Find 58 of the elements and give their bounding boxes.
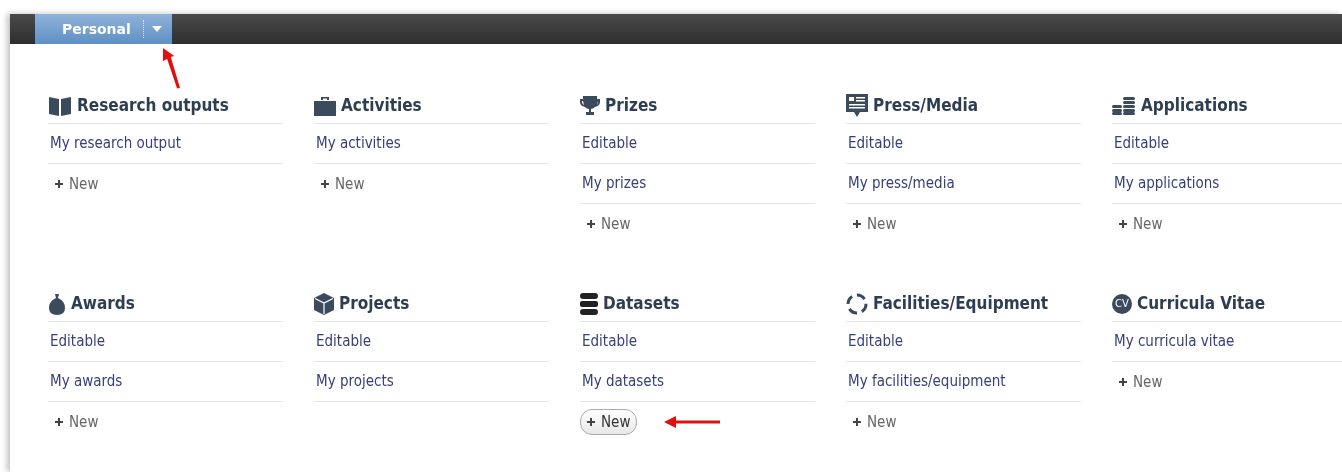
section-title: Activities xyxy=(341,93,422,117)
section-title: Applications xyxy=(1141,93,1248,117)
coins-icon xyxy=(1112,96,1136,115)
section-link[interactable]: My prizes xyxy=(580,164,815,204)
ring-icon xyxy=(846,292,868,315)
annotation-arrow xyxy=(664,416,720,428)
plus-icon xyxy=(853,418,861,426)
new-button[interactable]: New xyxy=(314,170,372,198)
new-button[interactable]: New xyxy=(48,170,106,198)
plus-icon xyxy=(853,220,861,228)
plus-icon xyxy=(1119,378,1127,386)
new-button[interactable]: New xyxy=(1112,210,1170,238)
section-title: Awards xyxy=(71,291,135,315)
section-link[interactable]: My applications xyxy=(1112,164,1342,204)
section-title: Datasets xyxy=(603,291,680,315)
plus-icon xyxy=(587,220,595,228)
section-link[interactable]: Editable xyxy=(314,322,549,362)
section-link[interactable]: My curricula vitae xyxy=(1112,322,1342,362)
plus-icon xyxy=(55,418,63,426)
section-title: Prizes xyxy=(605,93,658,117)
section-link[interactable]: My press/media xyxy=(846,164,1081,204)
trophy-icon xyxy=(580,94,600,117)
section-link[interactable]: My projects xyxy=(314,362,549,402)
plus-icon xyxy=(321,180,329,188)
new-button[interactable]: New xyxy=(1112,368,1170,396)
section-link[interactable]: Editable xyxy=(580,322,815,362)
bag-icon xyxy=(48,292,66,315)
briefcase-icon xyxy=(314,95,336,116)
new-button[interactable]: New xyxy=(580,210,638,238)
section-link[interactable]: Editable xyxy=(1112,124,1342,164)
section-link[interactable]: Editable xyxy=(48,322,283,362)
plus-icon xyxy=(55,180,63,188)
section-title: Curricula Vitae xyxy=(1137,291,1266,315)
section-link[interactable]: Editable xyxy=(846,124,1081,164)
section-link[interactable]: My activities xyxy=(314,124,549,164)
section-link[interactable]: My research output xyxy=(48,124,283,164)
section-link[interactable]: Editable xyxy=(580,124,815,164)
section-title: Facilities/Equipment xyxy=(873,291,1049,315)
section-title: Research outputs xyxy=(77,93,229,117)
book-icon xyxy=(48,94,72,117)
section-link[interactable]: My datasets xyxy=(580,362,815,402)
new-button[interactable]: New xyxy=(48,408,106,436)
cube-icon xyxy=(314,292,334,315)
section-title: Press/Media xyxy=(873,93,979,117)
new-button[interactable]: New xyxy=(846,210,904,238)
section-link[interactable]: Editable xyxy=(846,322,1081,362)
board-icon xyxy=(846,93,868,118)
cv-badge-icon: CV xyxy=(1112,293,1132,314)
plus-icon xyxy=(1119,220,1127,228)
new-button[interactable]: New xyxy=(846,408,904,436)
section-link[interactable]: My awards xyxy=(48,362,283,402)
database-icon xyxy=(580,292,598,315)
annotation-arrow xyxy=(163,45,181,91)
section-title: Projects xyxy=(339,291,410,315)
plus-icon xyxy=(587,418,595,426)
section-link[interactable]: My facilities/equipment xyxy=(846,362,1081,402)
dropdown-caret-icon[interactable] xyxy=(151,26,162,32)
new-button[interactable]: New xyxy=(580,408,638,436)
